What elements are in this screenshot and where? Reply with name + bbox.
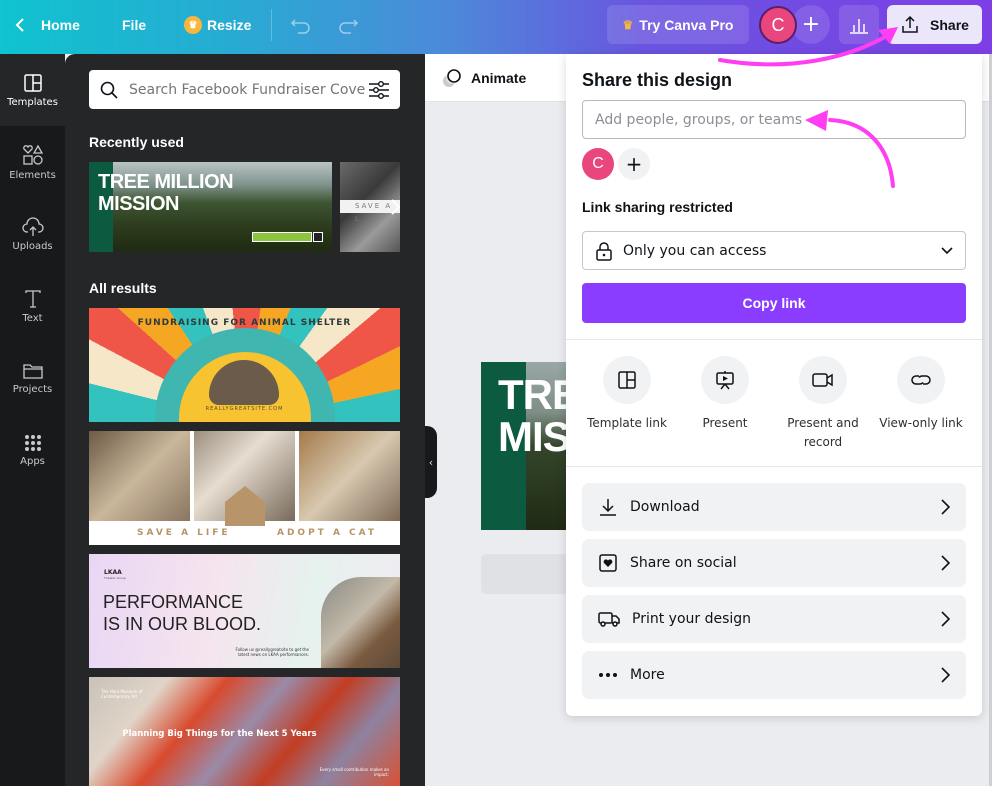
- row-download[interactable]: Download: [582, 483, 966, 531]
- add-collaborator-button[interactable]: +: [618, 148, 650, 180]
- undo-icon: [290, 19, 310, 34]
- try-pro-label: Try Canva Pro: [639, 16, 734, 33]
- row-share-on-social[interactable]: Share on social: [582, 539, 966, 587]
- link-sharing-label: Link sharing restricted: [582, 199, 733, 215]
- template-icon: [618, 371, 636, 389]
- rail-label: Templates: [7, 96, 58, 108]
- collapse-panel-button[interactable]: ‹: [425, 426, 437, 498]
- share-title: Share this design: [582, 70, 733, 90]
- plus-icon: +: [801, 12, 821, 37]
- invite-button[interactable]: +: [792, 5, 830, 44]
- share-button[interactable]: Share: [887, 5, 982, 44]
- chevron-right-icon: [941, 499, 950, 515]
- presentation-icon: [716, 371, 734, 390]
- rail-item-projects[interactable]: Projects: [0, 342, 65, 414]
- option-present-and-record[interactable]: Present and record: [774, 356, 872, 452]
- insights-button[interactable]: [839, 5, 879, 44]
- search-input[interactable]: [129, 81, 368, 98]
- upload-share-icon: [902, 15, 918, 33]
- rail-item-uploads[interactable]: Uploads: [0, 198, 65, 270]
- access-dropdown[interactable]: Only you can access: [582, 231, 966, 270]
- apps-grid-icon: [24, 434, 41, 451]
- chevron-left-icon: [15, 18, 24, 32]
- truck-icon: [598, 612, 620, 627]
- chevron-down-icon: [941, 246, 953, 254]
- search-icon: [100, 81, 118, 99]
- template-result-adopt-a-cat[interactable]: SAVE A LIFE ADOPT A CAT: [89, 431, 400, 545]
- crown-icon: ♛: [622, 17, 634, 32]
- user-avatar[interactable]: C: [759, 6, 797, 44]
- try-canva-pro-button[interactable]: ♛ Try Canva Pro: [607, 5, 749, 44]
- share-label: Share: [930, 16, 969, 33]
- chevron-right-icon: [941, 667, 950, 683]
- access-value: Only you can access: [623, 242, 767, 259]
- top-bar: Home File ♛ Resize ♛ Try Canva Pro + C S…: [0, 0, 992, 54]
- copy-link-button[interactable]: Copy link: [582, 283, 966, 323]
- tree-mission-line1: TREE MILLION: [98, 171, 234, 193]
- divider: [566, 466, 982, 467]
- template-result-performance[interactable]: LKAA Theater Group PERFORMANCE IS IN OUR…: [89, 554, 400, 668]
- bar-chart-icon: [850, 18, 868, 34]
- resize-label: Resize: [207, 17, 252, 33]
- filter-sliders-icon[interactable]: [368, 80, 390, 100]
- folder-icon: [22, 363, 43, 379]
- chevron-right-icon: [941, 555, 950, 571]
- template-icon: [23, 73, 42, 92]
- animate-button[interactable]: Animate: [441, 66, 526, 90]
- resize-button[interactable]: ♛ Resize: [184, 0, 251, 50]
- add-people-input[interactable]: [582, 100, 966, 139]
- download-icon: [600, 499, 616, 516]
- lock-icon: [596, 241, 612, 261]
- template-search[interactable]: [89, 70, 400, 109]
- video-camera-icon: [812, 373, 833, 387]
- plus-icon: +: [625, 152, 643, 176]
- all-results-heading: All results: [89, 280, 157, 296]
- home-button[interactable]: Home: [14, 0, 80, 50]
- recently-used-heading: Recently used: [89, 134, 184, 150]
- chevron-right-icon: [941, 611, 950, 627]
- side-rail: Templates Elements Uploads Text Projects…: [0, 54, 65, 786]
- rail-label: Elements: [9, 169, 56, 181]
- rail-label: Apps: [20, 455, 45, 467]
- option-template-link[interactable]: Template link: [578, 356, 676, 433]
- templates-panel: Recently used TREE MILLION MISSION SAVE …: [65, 54, 425, 786]
- row-more[interactable]: More: [582, 651, 966, 699]
- tree-mission-line2: MISSION: [98, 193, 179, 215]
- rail-label: Projects: [12, 383, 53, 395]
- chevron-left-icon: ‹: [428, 455, 434, 469]
- rail-item-elements[interactable]: Elements: [0, 126, 65, 198]
- heart-square-icon: [599, 554, 617, 572]
- cloud-upload-icon: [21, 216, 44, 236]
- rail-item-templates[interactable]: Templates: [0, 54, 65, 126]
- shapes-icon: [22, 144, 43, 165]
- animate-label: Animate: [471, 70, 527, 86]
- collaborator-avatar[interactable]: C: [582, 148, 614, 180]
- option-present[interactable]: Present: [676, 356, 774, 433]
- undo-button[interactable]: [290, 0, 312, 50]
- recent-template-tree-mission[interactable]: TREE MILLION MISSION: [89, 162, 332, 252]
- crown-icon: ♛: [184, 16, 202, 34]
- animate-icon: [443, 69, 461, 87]
- file-menu[interactable]: File: [122, 0, 146, 50]
- rail-label: Uploads: [12, 240, 53, 252]
- home-label: Home: [41, 17, 80, 33]
- template-result-animal-shelter[interactable]: FUNDRAISING FOR ANIMAL SHELTER REALLYGRE…: [89, 308, 400, 422]
- share-popover: Share this design C + Link sharing restr…: [566, 54, 982, 716]
- redo-button[interactable]: [337, 0, 359, 50]
- text-icon: [24, 289, 41, 308]
- redo-icon: [339, 19, 359, 34]
- rail-label: Text: [22, 312, 43, 324]
- row-print-your-design[interactable]: Print your design: [582, 595, 966, 643]
- link-icon: [911, 375, 931, 385]
- chevron-right-icon[interactable]: [391, 199, 400, 215]
- template-result-planning-big-things[interactable]: The Haro Museum of Contemporary Art Plan…: [89, 677, 400, 786]
- rail-item-text[interactable]: Text: [0, 270, 65, 342]
- recent-template-save-a-life[interactable]: SAVE A L: [340, 162, 400, 252]
- option-view-only-link[interactable]: View-only link: [872, 356, 970, 433]
- rail-item-apps[interactable]: Apps: [0, 414, 65, 486]
- divider: [566, 339, 982, 340]
- divider: [271, 9, 272, 41]
- more-dots-icon: [599, 673, 617, 677]
